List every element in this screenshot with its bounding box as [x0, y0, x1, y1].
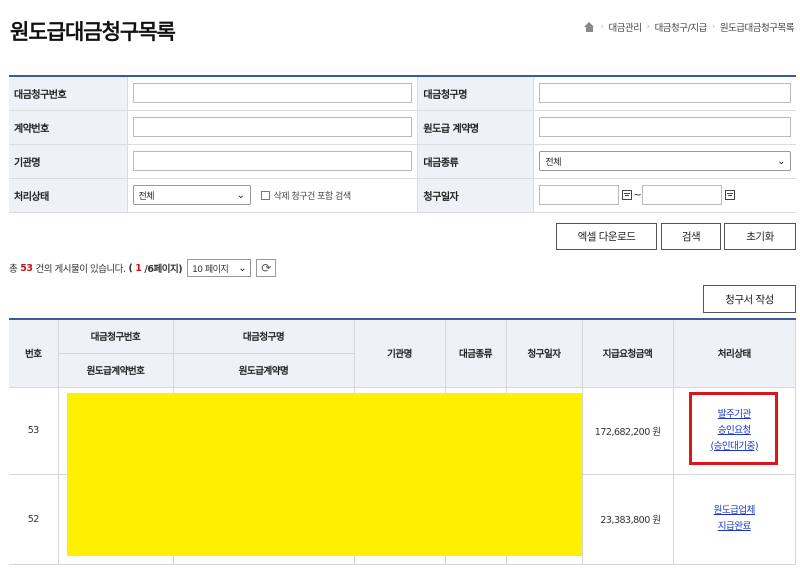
excel-download-button[interactable]: 엑셀 다운로드 [556, 223, 657, 250]
pay-type-value: 전체 [545, 157, 561, 168]
row-status: 원도급업체 지급완료 [672, 473, 796, 565]
include-deleted-option[interactable]: 삭제 청구건 포함 검색 [260, 189, 352, 202]
claim-name-input[interactable] [539, 83, 791, 104]
pay-type-label: 대금종류 [417, 144, 535, 179]
chevron-right-icon: › [600, 22, 604, 32]
col-header-amount: 지급요청금액 [581, 319, 674, 388]
col-header-sub-contract-no: 원도급계약번호 [58, 352, 174, 388]
total-count: 53 [20, 262, 33, 274]
date-from-input[interactable] [539, 185, 620, 205]
date-to-input[interactable] [642, 185, 723, 205]
result-summary: 총 53 건의 게시물이 있습니다. (1/6페이지) 10 페이지 ⌄ ⟳ [9, 259, 277, 277]
summary-text: 건의 게시물이 있습니다. [35, 264, 126, 275]
chevron-down-icon: ⌄ [236, 189, 245, 201]
claim-name-label: 대금청구명 [417, 76, 535, 111]
row-amount: 23,383,800 원 [581, 473, 674, 565]
pay-type-select[interactable]: 전체 ⌄ [539, 151, 791, 171]
annotation-highlight-box [689, 392, 778, 465]
status-link[interactable]: 원도급업체 [674, 503, 796, 519]
chevron-down-icon: ⌄ [777, 155, 785, 167]
calendar-icon[interactable] [725, 190, 736, 200]
summary-prefix: 총 [9, 264, 18, 275]
write-claim-button[interactable]: 청구서 작성 [703, 285, 796, 313]
col-header-claim-name: 대금청구명 [172, 319, 355, 354]
col-header-sub-contract-name: 원도급계약명 [172, 352, 355, 388]
contract-no-label: 계약번호 [9, 110, 128, 145]
row-no: 52 [9, 473, 59, 565]
col-header-status: 처리상태 [672, 319, 796, 388]
date-range-separator: ~ [633, 189, 642, 201]
search-button[interactable]: 검색 [661, 223, 721, 250]
org-name-label: 기관명 [9, 144, 128, 179]
claim-no-input[interactable] [132, 83, 413, 104]
contract-name-input[interactable] [539, 117, 791, 137]
col-header-type: 대금종류 [444, 319, 507, 388]
org-name-input[interactable] [132, 151, 413, 171]
chevron-right-icon: › [646, 22, 650, 32]
chevron-right-icon: › [711, 22, 716, 32]
status-label: 처리상태 [9, 178, 128, 213]
contract-no-input[interactable] [132, 117, 413, 137]
status-select[interactable]: 전체 ⌄ [132, 185, 251, 205]
claim-date-label: 청구일자 [417, 178, 535, 213]
page-title: 원도급대금청구목록 [10, 20, 176, 44]
search-form: 대금청구번호 대금청구명 계약번호 원도급 계약명 기관명 대금종류 전체 ⌄ 처… [9, 75, 796, 213]
include-deleted-label: 삭제 청구건 포함 검색 [273, 191, 352, 202]
breadcrumb-item[interactable]: 대금청구/지급 [655, 20, 708, 34]
col-header-no: 번호 [9, 319, 59, 388]
include-deleted-checkbox[interactable] [260, 190, 270, 200]
current-page: 1 [135, 262, 142, 274]
contract-name-label: 원도급 계약명 [417, 110, 535, 145]
chevron-down-icon: ⌄ [238, 262, 247, 274]
page-size-value: 10 페이지 [192, 264, 229, 275]
home-icon[interactable] [584, 22, 595, 32]
row-amount: 172,682,200 원 [581, 386, 674, 475]
paren-open: ( [128, 262, 133, 274]
breadcrumb-item[interactable]: 원도급대금청구목록 [720, 20, 795, 34]
status-value: 전체 [138, 191, 155, 202]
row-no: 53 [9, 386, 59, 475]
col-header-claim-no: 대금청구번호 [57, 319, 174, 354]
breadcrumb: › 대금관리 › 대금청구/지급 › 원도급대금청구목록 [584, 20, 795, 34]
breadcrumb-item[interactable]: 대금관리 [608, 20, 641, 34]
reset-button[interactable]: 초기화 [724, 223, 796, 250]
refresh-icon[interactable]: ⟳ [256, 259, 277, 277]
status-link[interactable]: 지급완료 [674, 519, 796, 535]
claim-no-label: 대금청구번호 [9, 76, 128, 111]
col-header-org: 기관명 [353, 319, 446, 388]
calendar-icon[interactable] [622, 190, 633, 200]
page-size-select[interactable]: 10 페이지 ⌄ [187, 259, 252, 277]
col-header-date: 청구일자 [505, 319, 583, 388]
total-pages: /6페이지) [144, 264, 183, 275]
redaction-block [67, 393, 582, 556]
